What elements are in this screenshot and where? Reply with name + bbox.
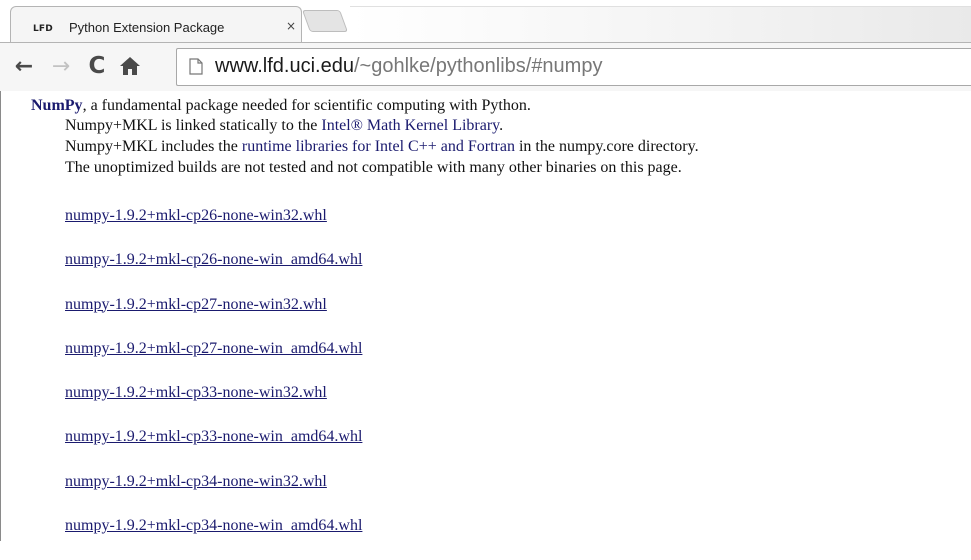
back-button[interactable]: ← [11,53,37,79]
runtime-line-end: in the numpy.core directory. [514,138,699,155]
mkl-line-end: . [499,117,504,134]
mkl-link-line: Numpy+MKL is linked statically to the In… [65,116,503,136]
download-link[interactable]: numpy-1.9.2+mkl-cp33-none-win32.whl [65,384,327,401]
download-link[interactable]: numpy-1.9.2+mkl-cp27-none-win_amd64.whl [65,340,362,357]
download-list: numpy-1.9.2+mkl-cp26-none-win32.whl nump… [65,206,362,560]
home-button[interactable] [117,53,143,79]
download-link[interactable]: numpy-1.9.2+mkl-cp33-none-win_amd64.whl [65,428,362,445]
list-item: numpy-1.9.2+mkl-cp26-none-win32.whl [65,206,362,250]
lfd-favicon-icon: LFD [33,24,53,34]
unoptimized-note: The unoptimized builds are not tested an… [65,159,682,176]
download-link[interactable]: numpy-1.9.2+mkl-cp26-none-win_amd64.whl [65,251,362,268]
reload-icon: C [88,53,106,79]
mkl-line-text: Numpy+MKL is linked statically to the [65,117,322,134]
download-link[interactable]: numpy-1.9.2+mkl-cp26-none-win32.whl [65,207,327,224]
intel-mkl-link[interactable]: Intel® Math Kernel Library [321,117,499,134]
url-text: www.lfd.uci.edu/~gohlke/pythonlibs/#nump… [215,55,602,78]
back-arrow-icon: ← [14,53,34,79]
tab-strip: LFD Python Extension Package × [0,0,971,43]
list-item: numpy-1.9.2+mkl-cp33-none-win32.whl [65,383,362,427]
url-path: /~gohlke/pythonlibs/#numpy [353,55,603,77]
reload-button[interactable]: C [84,53,110,79]
page-icon [189,58,203,79]
package-intro: NumPy, a fundamental package needed for … [31,96,531,116]
new-tab-button[interactable] [301,10,349,32]
url-host: www.lfd.uci.edu [215,55,354,77]
close-tab-icon[interactable]: × [286,19,296,33]
address-bar[interactable]: www.lfd.uci.edu/~gohlke/pythonlibs/#nump… [176,48,971,86]
list-item: numpy-1.9.2+mkl-cp27-none-win32.whl [65,295,362,339]
forward-button[interactable]: → [48,53,74,79]
list-item: numpy-1.9.2+mkl-cp33-none-win_amd64.whl [65,427,362,471]
runtime-line-text: Numpy+MKL includes the [65,138,242,155]
list-item: numpy-1.9.2+mkl-cp26-none-win_amd64.whl [65,250,362,294]
tab-title: Python Extension Package [69,20,225,35]
list-item: numpy-1.9.2+mkl-cp34-none-win32.whl [65,472,362,516]
download-link[interactable]: numpy-1.9.2+mkl-cp27-none-win32.whl [65,296,327,313]
list-item: numpy-1.9.2+mkl-cp27-none-win_amd64.whl [65,339,362,383]
package-heading-link[interactable]: NumPy [31,97,83,114]
runtime-line: Numpy+MKL includes the runtime libraries… [65,137,699,157]
browser-tab[interactable]: LFD Python Extension Package × [10,6,302,43]
download-link[interactable]: numpy-1.9.2+mkl-cp34-none-win_amd64.whl [65,517,362,534]
download-link[interactable]: numpy-1.9.2+mkl-cp34-none-win32.whl [65,473,327,490]
home-icon [120,57,140,75]
runtime-libraries-link[interactable]: runtime libraries for Intel C++ and Fort… [242,138,515,155]
browser-toolbar: ← → C www.lfd.uci.edu/~gohlke/pythonlibs… [0,42,971,92]
package-description: , a fundamental package needed for scien… [82,97,531,114]
tab-strip-background [350,6,971,43]
page-content: NumPy, a fundamental package needed for … [0,91,971,541]
list-item: numpy-1.9.2+mkl-cp34-none-win_amd64.whl [65,516,362,560]
forward-arrow-icon: → [51,53,71,79]
